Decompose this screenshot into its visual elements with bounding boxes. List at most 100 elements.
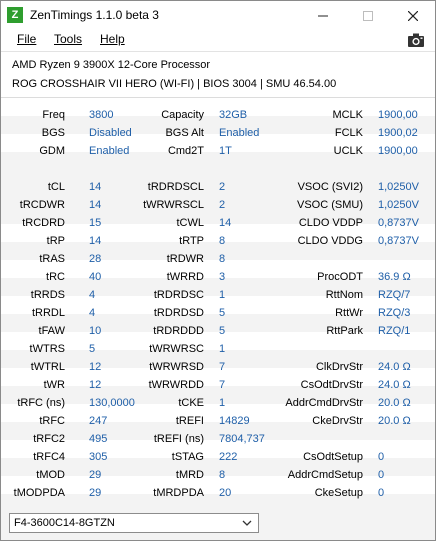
close-button[interactable] — [390, 1, 435, 29]
timing-label: tRFC (ns) — [17, 397, 65, 409]
timing-label: tRDRDSCL — [147, 181, 204, 193]
timing-label: tWRWRSD — [149, 361, 204, 373]
timing-value: Enabled — [89, 145, 130, 157]
timing-value: 4 — [89, 307, 96, 319]
timing-label: BGS Alt — [165, 127, 204, 139]
timing-value: 1900,00 — [378, 145, 418, 157]
timing-value: 1,0250V — [378, 199, 419, 211]
minimize-icon — [317, 15, 328, 17]
timing-value: 36.9 Ω — [378, 271, 411, 283]
timing-label: tWR — [43, 379, 65, 391]
chevron-down-icon — [242, 520, 252, 526]
timing-value: 222 — [219, 451, 238, 463]
timing-label: tMRDPDA — [153, 487, 204, 499]
title-bar: Z ZenTimings 1.1.0 beta 3 — [1, 1, 435, 29]
row-band — [1, 440, 435, 458]
timing-value: 8 — [219, 469, 226, 481]
timing-label: tRCDWR — [19, 199, 65, 211]
minimize-button[interactable] — [300, 1, 345, 29]
timing-label: CLDO VDDP — [298, 217, 363, 229]
timing-value: 7804,737 — [219, 433, 265, 445]
memory-profile-value: F4-3600C14-8GTZN — [14, 517, 115, 529]
timing-label: tCKE — [178, 397, 204, 409]
timing-value: 7 — [219, 379, 226, 391]
timing-value: 12 — [89, 379, 102, 391]
timing-label: tREFI — [175, 415, 204, 427]
timing-value: 12 — [89, 361, 102, 373]
timing-label: Freq — [42, 109, 65, 121]
timing-value: 8 — [219, 253, 226, 265]
timing-value: 20.0 Ω — [378, 397, 411, 409]
timing-label: tRCDRD — [22, 217, 65, 229]
timing-label: tCWL — [176, 217, 205, 229]
timing-label: AddrCmdDrvStr — [285, 397, 363, 409]
menu-tools-label: Tools — [54, 32, 83, 46]
row-band — [1, 296, 435, 314]
timing-value: 1900,02 — [378, 127, 418, 139]
timing-label: CLDO VDDG — [297, 235, 363, 247]
timing-label: CsOdtSetup — [303, 451, 363, 463]
maximize-button[interactable] — [345, 1, 390, 29]
timing-value: 130,0000 — [89, 397, 135, 409]
menu-file[interactable]: File — [17, 32, 36, 46]
timing-value: 5 — [219, 307, 226, 319]
memory-profile-select[interactable]: F4-3600C14-8GTZN — [9, 513, 259, 533]
timing-value: 247 — [89, 415, 108, 427]
row-band — [1, 368, 435, 386]
timing-label: CkeDrvStr — [312, 415, 363, 427]
timing-value: 0 — [378, 451, 385, 463]
timing-label: tREFI (ns) — [153, 433, 204, 445]
timing-value: 1,0250V — [378, 181, 419, 193]
timing-label: tWTRS — [29, 343, 65, 355]
timing-label: tRDRDSD — [153, 307, 204, 319]
timing-label: tWRWRDD — [148, 379, 204, 391]
row-band — [1, 98, 435, 116]
timing-label: CsOdtDrvStr — [300, 379, 363, 391]
timing-value: 1 — [219, 397, 226, 409]
timing-label: tRFC — [39, 415, 65, 427]
timing-value: RZQ/1 — [378, 325, 411, 337]
timing-value: 0,8737V — [378, 217, 419, 229]
timing-label: tRDWR — [166, 253, 204, 265]
app-window: Z ZenTimings 1.1.0 beta 3 File Tools Hel… — [0, 0, 436, 541]
menu-tools[interactable]: Tools — [54, 32, 82, 46]
timing-label: tWTRL — [30, 361, 65, 373]
timing-label: BGS — [41, 127, 65, 139]
row-band — [1, 134, 435, 152]
timing-value: 0 — [378, 469, 385, 481]
timing-value: 32GB — [219, 109, 248, 121]
timing-label: tMRD — [175, 469, 204, 481]
timing-value: 1T — [219, 145, 232, 157]
timing-value: 14 — [89, 199, 102, 211]
timing-label: tRRDL — [31, 307, 65, 319]
timing-value: 3800 — [89, 109, 114, 121]
timing-value: 2 — [219, 199, 226, 211]
timing-value: 5 — [219, 325, 226, 337]
timing-label: tRDRDDD — [153, 325, 204, 337]
menu-help-label: Help — [100, 32, 125, 46]
timing-value: 20 — [219, 487, 232, 499]
system-info: AMD Ryzen 9 3900X 12-Core Processor ROG … — [1, 51, 435, 98]
timing-value: 0 — [378, 487, 385, 499]
timing-value: 29 — [89, 487, 102, 499]
timing-label: ClkDrvStr — [315, 361, 363, 373]
timing-label: Capacity — [161, 109, 204, 121]
camera-icon[interactable] — [407, 32, 425, 48]
timing-value: 5 — [89, 343, 96, 355]
timing-value: 1 — [219, 343, 226, 355]
timing-value: 1900,00 — [378, 109, 418, 121]
timing-value: 14 — [89, 235, 102, 247]
timing-label: tRTP — [179, 235, 204, 247]
timing-label: RttNom — [325, 289, 363, 301]
timing-value: 2 — [219, 181, 226, 193]
board-info: ROG CROSSHAIR VII HERO (WI-FI) | BIOS 30… — [12, 78, 337, 90]
timings-panel: Freq 3800 Capacity 32GB MCLK 1900,00 BGS Disabl… — [1, 97, 435, 509]
timing-value: 10 — [89, 325, 102, 337]
timing-value: RZQ/3 — [378, 307, 411, 319]
timing-value: 20.0 Ω — [378, 415, 411, 427]
timing-value: 14829 — [219, 415, 250, 427]
timing-label: tSTAG — [171, 451, 204, 463]
timing-label: tWRWRSCL — [143, 199, 204, 211]
timing-value: 3 — [219, 271, 226, 283]
menu-help[interactable]: Help — [100, 32, 125, 46]
